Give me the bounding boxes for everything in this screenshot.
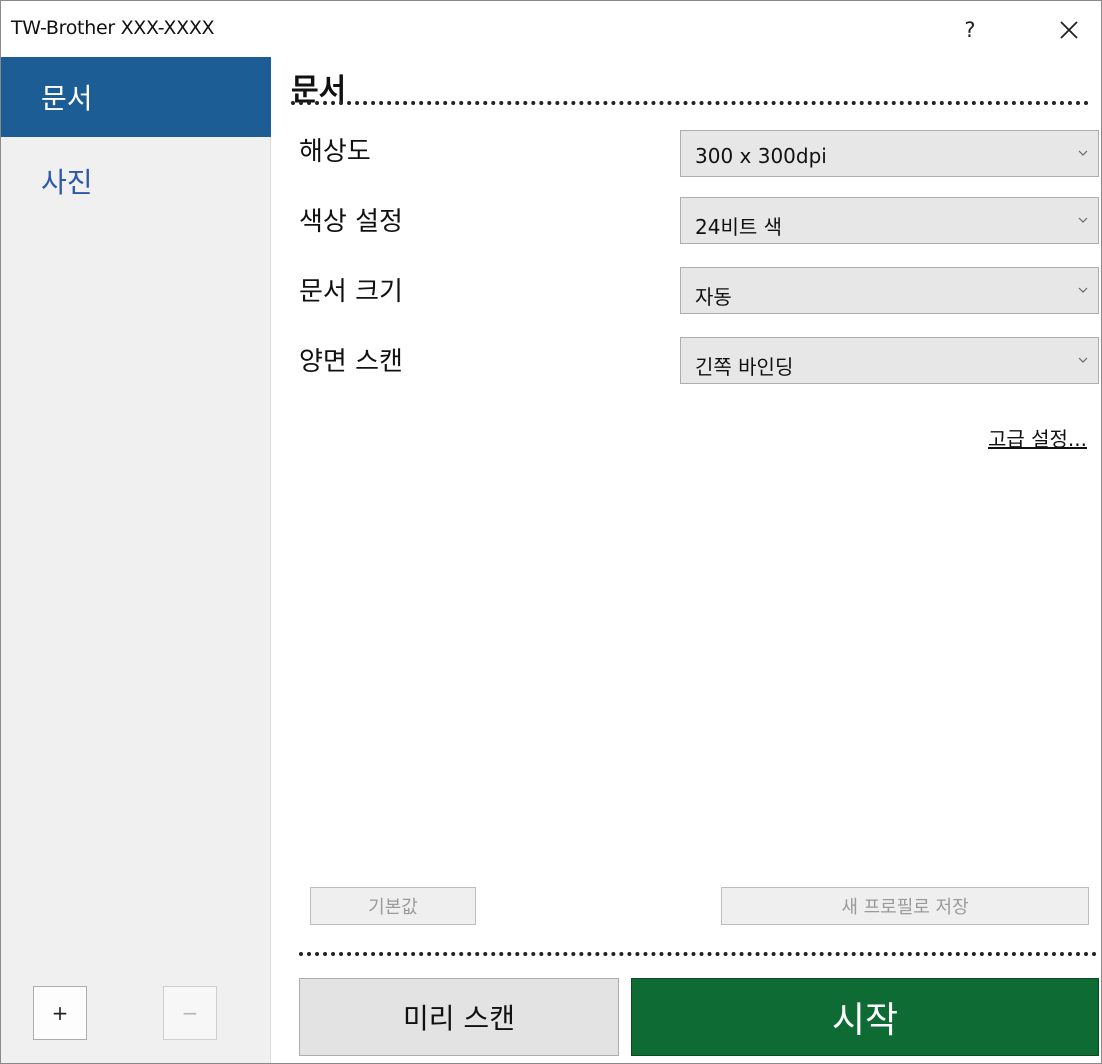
scan-dialog: TW-Brother XXX-XXXX ? 문서 사진 + − 문서 해상도 3… — [0, 0, 1102, 1064]
duplex-scan-select[interactable]: 긴쪽 바인딩 — [680, 337, 1099, 384]
resolution-label: 해상도 — [299, 137, 371, 167]
bottom-divider — [299, 952, 1097, 956]
color-setting-select[interactable]: 24비트 색 — [680, 197, 1099, 244]
sidebar-item-document[interactable]: 문서 — [1, 57, 271, 137]
duplex-scan-value: 긴쪽 바인딩 — [695, 355, 794, 379]
title-bar: TW-Brother XXX-XXXX ? — [1, 1, 1101, 57]
save-new-profile-button[interactable]: 새 프로필로 저장 — [721, 887, 1089, 925]
default-button[interactable]: 기본값 — [310, 887, 476, 925]
start-button[interactable]: 시작 — [631, 978, 1099, 1056]
close-icon — [1060, 21, 1078, 39]
chevron-down-icon — [1078, 287, 1088, 293]
sidebar: 문서 사진 + − — [1, 57, 271, 1063]
sidebar-item-label: 문서 — [41, 82, 93, 115]
duplex-scan-label: 양면 스캔 — [299, 347, 403, 377]
chevron-down-icon — [1078, 357, 1088, 363]
document-size-value: 자동 — [695, 285, 732, 309]
document-size-select[interactable]: 자동 — [680, 267, 1099, 314]
help-button[interactable]: ? — [947, 9, 993, 51]
chevron-down-icon — [1078, 217, 1088, 223]
resolution-value: 300 x 300dpi — [695, 144, 827, 168]
chevron-down-icon — [1078, 150, 1088, 156]
preview-scan-button[interactable]: 미리 스캔 — [299, 978, 619, 1056]
sidebar-item-label: 사진 — [41, 166, 93, 199]
advanced-settings-link[interactable]: 고급 설정... — [988, 423, 1087, 452]
sidebar-item-photo[interactable]: 사진 — [1, 141, 271, 221]
close-button[interactable] — [1047, 9, 1091, 51]
add-profile-button[interactable]: + — [33, 986, 87, 1040]
remove-profile-button[interactable]: − — [163, 986, 217, 1040]
window-title: TW-Brother XXX-XXXX — [11, 17, 215, 39]
color-setting-label: 색상 설정 — [299, 207, 403, 237]
color-setting-value: 24비트 색 — [695, 215, 783, 239]
document-size-label: 문서 크기 — [299, 277, 403, 307]
title-divider — [291, 101, 1089, 105]
resolution-select[interactable]: 300 x 300dpi — [680, 130, 1099, 177]
